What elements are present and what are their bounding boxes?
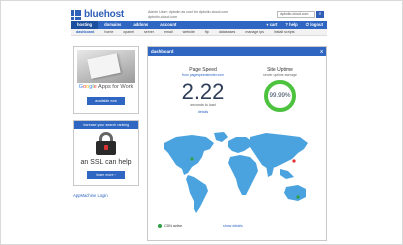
learn-more-button[interactable]: learn more ›: [87, 171, 125, 179]
subnav-website[interactable]: website: [178, 29, 200, 36]
logo-grid-icon: [71, 9, 81, 20]
panel-header: dashboard X: [148, 47, 326, 56]
subnav-manage-ips[interactable]: manage ips: [240, 29, 269, 36]
subnav-server[interactable]: server: [139, 29, 159, 36]
africa-shape: [228, 155, 258, 195]
available-now-button[interactable]: available now: [87, 97, 125, 105]
logout-label: logout: [310, 22, 323, 27]
google-apps-ad[interactable]: Google Apps for Work available now: [73, 46, 139, 114]
uptime-value: 99.99%: [269, 92, 291, 99]
chevron-right-icon: ›: [114, 173, 116, 177]
ad-google-title: Google Apps for Work: [77, 84, 135, 90]
subnav-cpanel[interactable]: cpanel: [118, 29, 139, 36]
domain-search-input[interactable]: dpbolin-cloud.com: [277, 11, 315, 18]
google-wordmark: Google: [78, 84, 97, 90]
ad-google-rest: Apps for Work: [98, 84, 134, 90]
subnav-databases[interactable]: databases: [214, 29, 241, 36]
cdn-node-asia: [292, 159, 296, 163]
europe-shape: [228, 137, 252, 153]
page-speed-source-link[interactable]: from pagespeedsender.com: [170, 73, 236, 77]
top-header: bluehost Admin User: dpbolin as cust for…: [71, 8, 327, 22]
southeast-asia-shape: [280, 169, 294, 179]
cart-label: cart: [269, 22, 278, 27]
logout-link[interactable]: ⏻ logout: [302, 21, 327, 29]
learn-more-label: learn more: [96, 173, 114, 177]
close-icon[interactable]: X: [320, 47, 323, 56]
help-label: help: [289, 22, 298, 27]
bluehost-logo[interactable]: bluehost: [71, 9, 124, 20]
subnav-email[interactable]: email: [159, 29, 178, 36]
cdn-label: CDN active: [164, 224, 183, 228]
sub-nav: dashboard home cpanel server email websi…: [71, 29, 327, 36]
cdn-legend: CDN active: [158, 224, 182, 228]
greenland-shape: [214, 132, 228, 142]
world-map: [164, 132, 308, 213]
admin-info: Admin User: dpbolin as cust for dpbolin-…: [148, 10, 248, 19]
padlock-icon: [96, 132, 116, 156]
ssl-ad-banner: increase your search ranking: [74, 121, 138, 129]
subnav-home[interactable]: home: [99, 29, 118, 36]
page-speed-value: 2.22: [181, 79, 225, 104]
india-shape: [266, 165, 274, 177]
ssl-ad[interactable]: increase your search ranking an SSL can …: [73, 120, 139, 186]
appmachine-login-link[interactable]: AppMachine Login: [73, 193, 108, 198]
cdn-node-us: [190, 157, 194, 161]
australia-shape: [284, 185, 306, 201]
cdn-status-dot: [158, 224, 162, 228]
dashboard-panel: dashboard X Page Speed from pagespeedsen…: [147, 46, 327, 241]
subnav-install-scripts[interactable]: install scripts: [269, 29, 300, 36]
north-america-shape: [164, 135, 214, 175]
page-speed-unit: seconds to load: [190, 103, 216, 107]
ad-photo: [77, 50, 135, 83]
site-uptime-subtitle: server uptime average: [263, 73, 297, 77]
logo-text: bluehost: [84, 9, 125, 20]
ssl-ad-headline: an SSL can help: [80, 159, 132, 166]
cdn-node-australia: [296, 195, 300, 199]
search-icon: ⌕: [318, 11, 322, 17]
show-details-link[interactable]: show details: [223, 224, 243, 228]
south-america-shape: [186, 175, 208, 213]
subnav-ftp[interactable]: ftp: [200, 29, 214, 36]
subnav-dashboard[interactable]: dashboard: [71, 29, 99, 36]
admin-line-2: dpbolin-cloud.com: [148, 14, 178, 19]
page-speed-details-link[interactable]: details: [178, 110, 228, 114]
asia-shape: [250, 133, 308, 169]
search-button[interactable]: ⌕: [316, 11, 324, 18]
panel-title: dashboard: [151, 49, 174, 54]
